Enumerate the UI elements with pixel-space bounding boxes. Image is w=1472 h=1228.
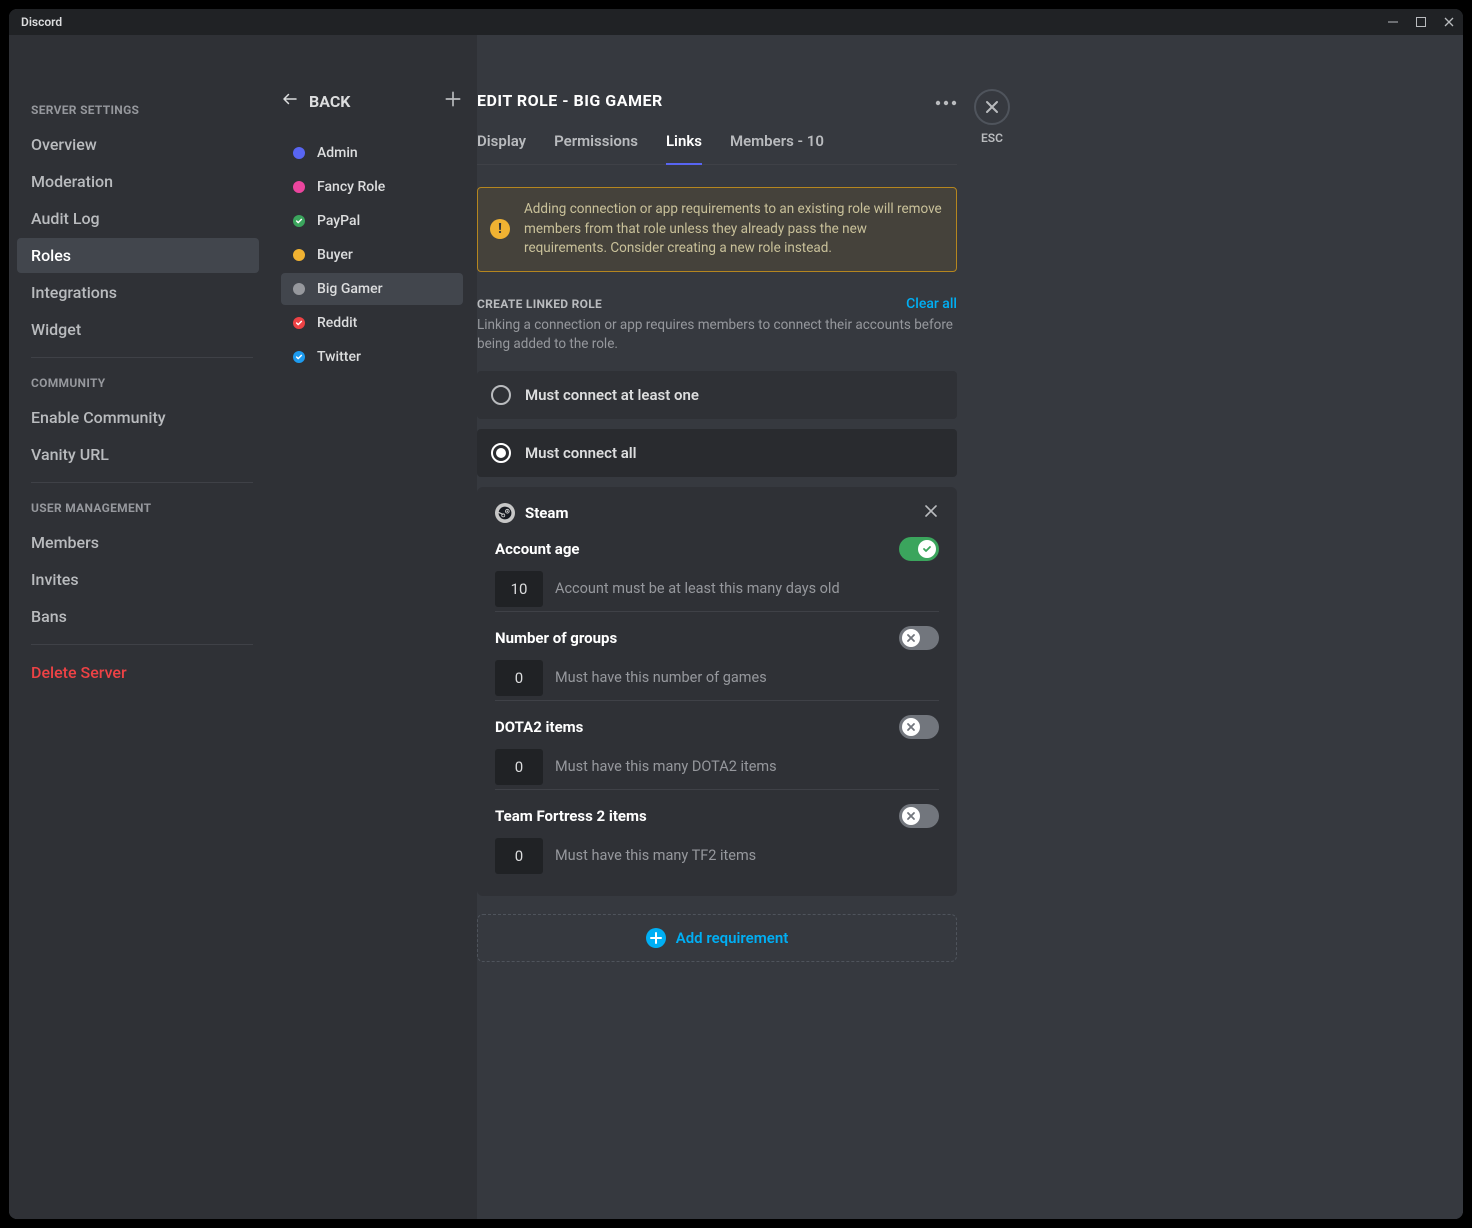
section-heading-user-management: USER MANAGEMENT <box>17 493 267 523</box>
radio-label: Must connect at least one <box>525 386 699 404</box>
minimize-icon[interactable] <box>1387 13 1399 32</box>
role-name-label: Big Gamer <box>317 281 383 297</box>
remove-connection-button[interactable] <box>923 503 939 523</box>
requirement-toggle[interactable] <box>899 626 939 650</box>
requirement-description: Must have this many TF2 items <box>555 847 756 864</box>
radio-icon <box>491 385 511 405</box>
role-color-dot <box>293 283 305 295</box>
section-heading-server-settings: SERVER SETTINGS <box>17 95 267 125</box>
app-title: Discord <box>21 15 62 29</box>
nav-item-invites[interactable]: Invites <box>17 562 259 597</box>
radio-connect-one[interactable]: Must connect at least one <box>477 371 957 419</box>
maximize-icon[interactable] <box>1415 13 1427 32</box>
radio-label: Must connect all <box>525 444 637 462</box>
nav-item-enable-community[interactable]: Enable Community <box>17 400 259 435</box>
add-requirement-label: Add requirement <box>676 929 789 947</box>
role-name-label: Twitter <box>317 349 361 365</box>
radio-connect-all[interactable]: Must connect all <box>477 429 957 477</box>
nav-item-vanity-url[interactable]: Vanity URL <box>17 437 259 472</box>
titlebar: Discord <box>9 9 1463 35</box>
requirement-toggle[interactable] <box>899 715 939 739</box>
requirement-description: Must have this number of games <box>555 669 767 686</box>
role-color-dot <box>293 181 305 193</box>
section-heading-community: COMMUNITY <box>17 368 267 398</box>
separator <box>31 357 253 358</box>
warning-banner: ! Adding connection or app requirements … <box>477 187 957 272</box>
role-item-buyer[interactable]: Buyer <box>281 239 463 271</box>
role-name-label: Admin <box>317 145 358 161</box>
role-item-reddit[interactable]: Reddit <box>281 307 463 339</box>
requirement-row: Number of groups Must have this number of… <box>495 611 939 700</box>
steam-icon <box>495 503 515 523</box>
role-color-dot <box>293 215 305 227</box>
requirement-description: Account must be at least this many days … <box>555 580 840 597</box>
warning-icon: ! <box>490 219 510 239</box>
role-color-dot <box>293 351 305 363</box>
requirement-toggle[interactable] <box>899 537 939 561</box>
nav-item-audit-log[interactable]: Audit Log <box>17 201 259 236</box>
separator <box>31 482 253 483</box>
role-name-label: Fancy Role <box>317 179 385 195</box>
nav-item-overview[interactable]: Overview <box>17 127 259 162</box>
nav-item-widget[interactable]: Widget <box>17 312 259 347</box>
clear-all-button[interactable]: Clear all <box>906 296 957 312</box>
radio-icon <box>491 443 511 463</box>
linked-role-heading: CREATE LINKED ROLE <box>477 297 602 311</box>
requirement-row: Account age Account must be at least this… <box>495 537 939 611</box>
tab-links[interactable]: Links <box>666 132 702 164</box>
requirement-description: Must have this many DOTA2 items <box>555 758 777 775</box>
requirement-value-input[interactable] <box>495 749 543 785</box>
tab-permissions[interactable]: Permissions <box>554 132 638 164</box>
role-color-dot <box>293 249 305 261</box>
add-role-button[interactable] <box>443 89 463 113</box>
separator <box>31 644 253 645</box>
role-name-label: PayPal <box>317 213 360 229</box>
connection-name: Steam <box>525 504 568 522</box>
nav-item-roles[interactable]: Roles <box>17 238 259 273</box>
tab-display[interactable]: Display <box>477 132 526 164</box>
back-button[interactable]: BACK <box>281 90 350 112</box>
requirement-value-input[interactable] <box>495 660 543 696</box>
more-options-button[interactable] <box>935 91 957 110</box>
role-item-admin[interactable]: Admin <box>281 137 463 169</box>
requirement-title: Number of groups <box>495 629 617 647</box>
requirement-title: Team Fortress 2 items <box>495 807 647 825</box>
role-item-big-gamer[interactable]: Big Gamer <box>281 273 463 305</box>
linked-role-description: Linking a connection or app requires mem… <box>477 316 957 355</box>
page-title: EDIT ROLE - BIG GAMER <box>477 91 663 110</box>
role-name-label: Reddit <box>317 315 357 331</box>
nav-item-moderation[interactable]: Moderation <box>17 164 259 199</box>
arrow-left-icon <box>281 90 299 112</box>
requirement-value-input[interactable] <box>495 571 543 607</box>
role-item-paypal[interactable]: PayPal <box>281 205 463 237</box>
requirement-toggle[interactable] <box>899 804 939 828</box>
close-icon[interactable] <box>1443 13 1455 32</box>
warning-text: Adding connection or app requirements to… <box>524 201 942 256</box>
nav-item-members[interactable]: Members <box>17 525 259 560</box>
requirement-row: Team Fortress 2 items Must have this many… <box>495 789 939 878</box>
role-item-fancy-role[interactable]: Fancy Role <box>281 171 463 203</box>
requirement-value-input[interactable] <box>495 838 543 874</box>
role-item-twitter[interactable]: Twitter <box>281 341 463 373</box>
nav-item-bans[interactable]: Bans <box>17 599 259 634</box>
add-requirement-button[interactable]: Add requirement <box>477 914 957 962</box>
delete-server-button[interactable]: Delete Server <box>17 655 259 690</box>
role-color-dot <box>293 317 305 329</box>
nav-item-integrations[interactable]: Integrations <box>17 275 259 310</box>
connection-card-steam: Steam Account age Account must be at leas… <box>477 487 957 896</box>
requirement-title: Account age <box>495 540 580 558</box>
requirement-title: DOTA2 items <box>495 718 583 736</box>
role-name-label: Buyer <box>317 247 353 263</box>
back-label: BACK <box>309 92 350 111</box>
role-color-dot <box>293 147 305 159</box>
requirement-row: DOTA2 items Must have this many DOTA2 ite… <box>495 700 939 789</box>
esc-label: ESC <box>981 131 1003 145</box>
edit-role-content: EDIT ROLE - BIG GAMER Display Permissions… <box>477 35 957 1219</box>
roles-list-panel: BACK Admin Fancy Role PayPal Buyer Big Gamer… <box>267 35 477 1219</box>
tabs: Display Permissions Links Members - 10 <box>477 132 957 165</box>
plus-circle-icon <box>646 928 666 948</box>
tab-members[interactable]: Members - 10 <box>730 132 824 164</box>
settings-sidebar: SERVER SETTINGS OverviewModerationAudit … <box>9 35 267 1219</box>
close-settings-button[interactable] <box>974 89 1010 125</box>
